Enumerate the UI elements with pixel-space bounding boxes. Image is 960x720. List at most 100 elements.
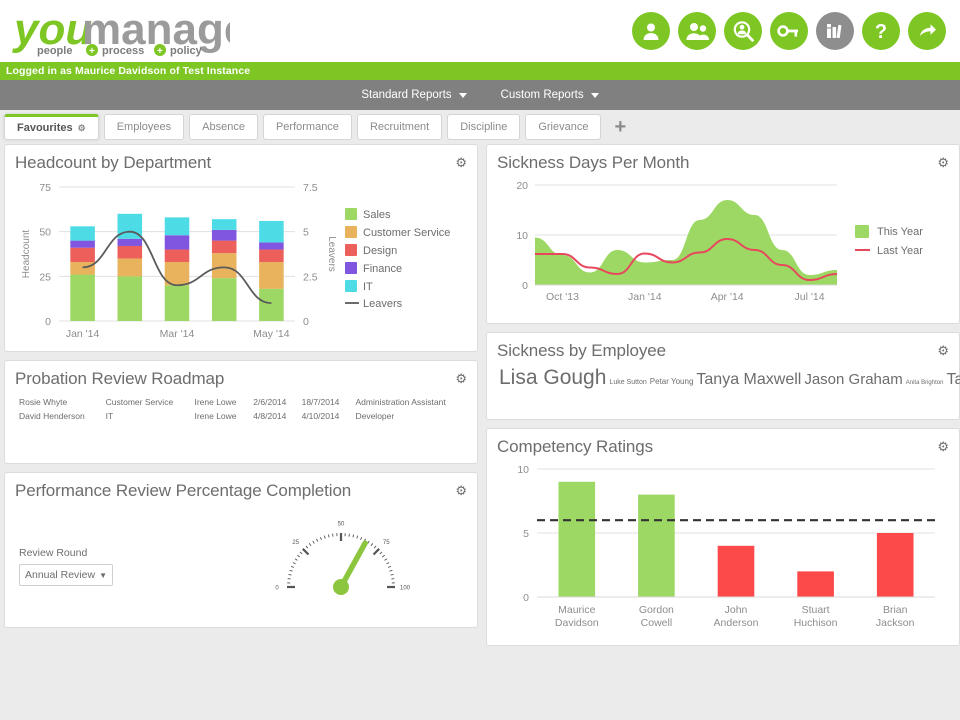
bar-segment[interactable] bbox=[70, 274, 95, 321]
bar-segment[interactable] bbox=[117, 258, 143, 277]
gauge-tick bbox=[352, 534, 355, 538]
dashboard-column-right: Sickness Days Per Month ⚙ 0 10 20 Oct '13 Ja… bbox=[486, 144, 960, 692]
x-axis-tick: Anderson bbox=[714, 617, 759, 629]
bar-segment[interactable] bbox=[117, 276, 143, 321]
bar-segment[interactable] bbox=[70, 226, 95, 241]
chevron-down-icon: ▼ bbox=[99, 570, 107, 580]
logout-arrow-icon[interactable] bbox=[908, 12, 946, 50]
gear-icon[interactable]: ⚙ bbox=[455, 484, 467, 497]
svg-text:+: + bbox=[157, 46, 163, 57]
gear-icon[interactable]: ⚙ bbox=[455, 156, 467, 169]
y-axis-tick: 10 bbox=[517, 464, 529, 476]
panel-performance-review-completion: Performance Review Percentage Completion… bbox=[4, 472, 478, 628]
bar[interactable] bbox=[558, 481, 596, 597]
tab-discipline[interactable]: Discipline bbox=[447, 114, 521, 140]
help-icon[interactable]: ? bbox=[862, 12, 900, 50]
review-round-select[interactable]: Annual Review ▼ bbox=[19, 564, 113, 586]
gauge-tick bbox=[289, 569, 293, 572]
y-axis-tick: 0 bbox=[45, 316, 51, 328]
bar-segment[interactable] bbox=[70, 240, 95, 248]
bar-segment[interactable] bbox=[164, 235, 190, 250]
bar-segment[interactable] bbox=[211, 219, 237, 230]
nav-item-custom-reports[interactable]: Custom Reports bbox=[501, 89, 599, 101]
bar-segment[interactable] bbox=[164, 285, 190, 321]
cloud-name[interactable]: Petar Young bbox=[650, 377, 694, 386]
table-row[interactable]: David Henderson IT Irene Lowe 4/8/2014 4/10/… bbox=[15, 409, 467, 423]
bar-segment[interactable] bbox=[211, 278, 237, 321]
add-tab-button[interactable]: + bbox=[614, 117, 626, 140]
people-icon[interactable] bbox=[678, 12, 716, 50]
legend-swatch bbox=[345, 262, 357, 274]
cloud-name[interactable]: Jason Graham bbox=[804, 371, 902, 388]
bar[interactable] bbox=[797, 571, 834, 597]
gauge-tick bbox=[299, 551, 303, 555]
legend-swatch bbox=[345, 208, 357, 220]
bar[interactable] bbox=[876, 533, 914, 597]
tab-employees[interactable]: Employees bbox=[103, 114, 185, 140]
cloud-name[interactable]: Tanya Maxwell bbox=[696, 371, 801, 388]
library-icon[interactable] bbox=[816, 12, 854, 50]
bar-segment[interactable] bbox=[259, 288, 284, 321]
gear-icon[interactable]: ⚙ bbox=[78, 123, 86, 134]
bar-segment[interactable] bbox=[117, 238, 143, 246]
tab-label: Grievance bbox=[538, 121, 589, 133]
logo-tagline-policy: policy bbox=[170, 45, 203, 57]
x-axis-tick: Jan '14 bbox=[628, 291, 662, 303]
youmanage-logo[interactable]: you manage people + process + policy bbox=[10, 2, 248, 58]
gear-icon[interactable]: ⚙ bbox=[937, 440, 949, 453]
bar-segment[interactable] bbox=[70, 247, 95, 263]
bar-segment[interactable] bbox=[259, 242, 284, 250]
table-cell: Irene Lowe bbox=[194, 397, 237, 407]
bar[interactable] bbox=[638, 494, 675, 597]
x-axis-tick: Mar '14 bbox=[160, 328, 195, 340]
bar-segment[interactable] bbox=[211, 253, 237, 279]
gear-icon[interactable]: ⚙ bbox=[937, 344, 949, 357]
bar-segment[interactable] bbox=[211, 229, 237, 241]
tab-grievance[interactable]: Grievance bbox=[525, 114, 602, 140]
bar-segment[interactable] bbox=[259, 249, 284, 263]
bar-segment[interactable] bbox=[164, 217, 190, 236]
gauge-tick bbox=[290, 565, 295, 568]
user-icon[interactable] bbox=[632, 12, 670, 50]
gauge-tick bbox=[302, 548, 310, 556]
review-round-group: Review Round Annual Review ▼ bbox=[15, 501, 215, 586]
dashboard-column-left: Headcount by Department ⚙ 0 25 50 75 0 2.5 5 7.… bbox=[4, 144, 478, 692]
tab-label: Favourites bbox=[17, 122, 73, 134]
table-row[interactable]: Rosie Whyte Customer Service Irene Lowe 2/6… bbox=[15, 395, 467, 409]
probation-table: NameDepartmentManagerStart DateProbation… bbox=[15, 395, 467, 423]
table-cell: 4/10/2014 bbox=[301, 411, 340, 421]
gauge-tick bbox=[305, 545, 309, 549]
bar-segment[interactable] bbox=[117, 245, 143, 259]
gauge-tick bbox=[316, 538, 319, 542]
gauge-tick bbox=[372, 548, 380, 556]
bar-segment[interactable] bbox=[211, 240, 237, 254]
gauge-tick bbox=[370, 543, 374, 547]
bar-segment[interactable] bbox=[259, 220, 284, 243]
legend-label: Customer Service bbox=[363, 227, 450, 239]
table-cell: 18/7/2014 bbox=[301, 397, 340, 407]
logo-bar: you manage people + process + policy ? bbox=[0, 0, 960, 62]
gear-icon[interactable]: ⚙ bbox=[937, 156, 949, 169]
y-axis-tick: 50 bbox=[39, 227, 51, 239]
cloud-name[interactable]: Tamara Lawson bbox=[946, 371, 960, 388]
tab-absence[interactable]: Absence bbox=[189, 114, 258, 140]
nav-item-standard-reports[interactable]: Standard Reports bbox=[361, 89, 467, 101]
x-axis-tick: Oct '13 bbox=[546, 291, 579, 303]
cloud-name[interactable]: Anita Brighton bbox=[906, 380, 944, 386]
bar-segment[interactable] bbox=[164, 249, 190, 263]
gear-icon[interactable]: ⚙ bbox=[455, 372, 467, 385]
key-icon[interactable] bbox=[770, 12, 808, 50]
x-axis-tick: Brian bbox=[883, 604, 908, 616]
tab-performance[interactable]: Performance bbox=[262, 114, 352, 140]
cloud-name[interactable]: Luke Sutton bbox=[609, 379, 646, 386]
bar-segment[interactable] bbox=[259, 262, 284, 289]
tab-favourites[interactable]: Favourites ⚙ bbox=[4, 114, 99, 140]
x-axis-tick: May '14 bbox=[253, 328, 290, 340]
gauge-tick bbox=[384, 558, 388, 561]
area-this-year[interactable] bbox=[535, 200, 837, 285]
bar[interactable] bbox=[717, 545, 755, 597]
cloud-name[interactable]: Lisa Gough bbox=[499, 366, 606, 389]
tab-recruitment[interactable]: Recruitment bbox=[356, 114, 443, 140]
search-user-icon[interactable] bbox=[724, 12, 762, 50]
gauge-tick bbox=[381, 554, 385, 558]
